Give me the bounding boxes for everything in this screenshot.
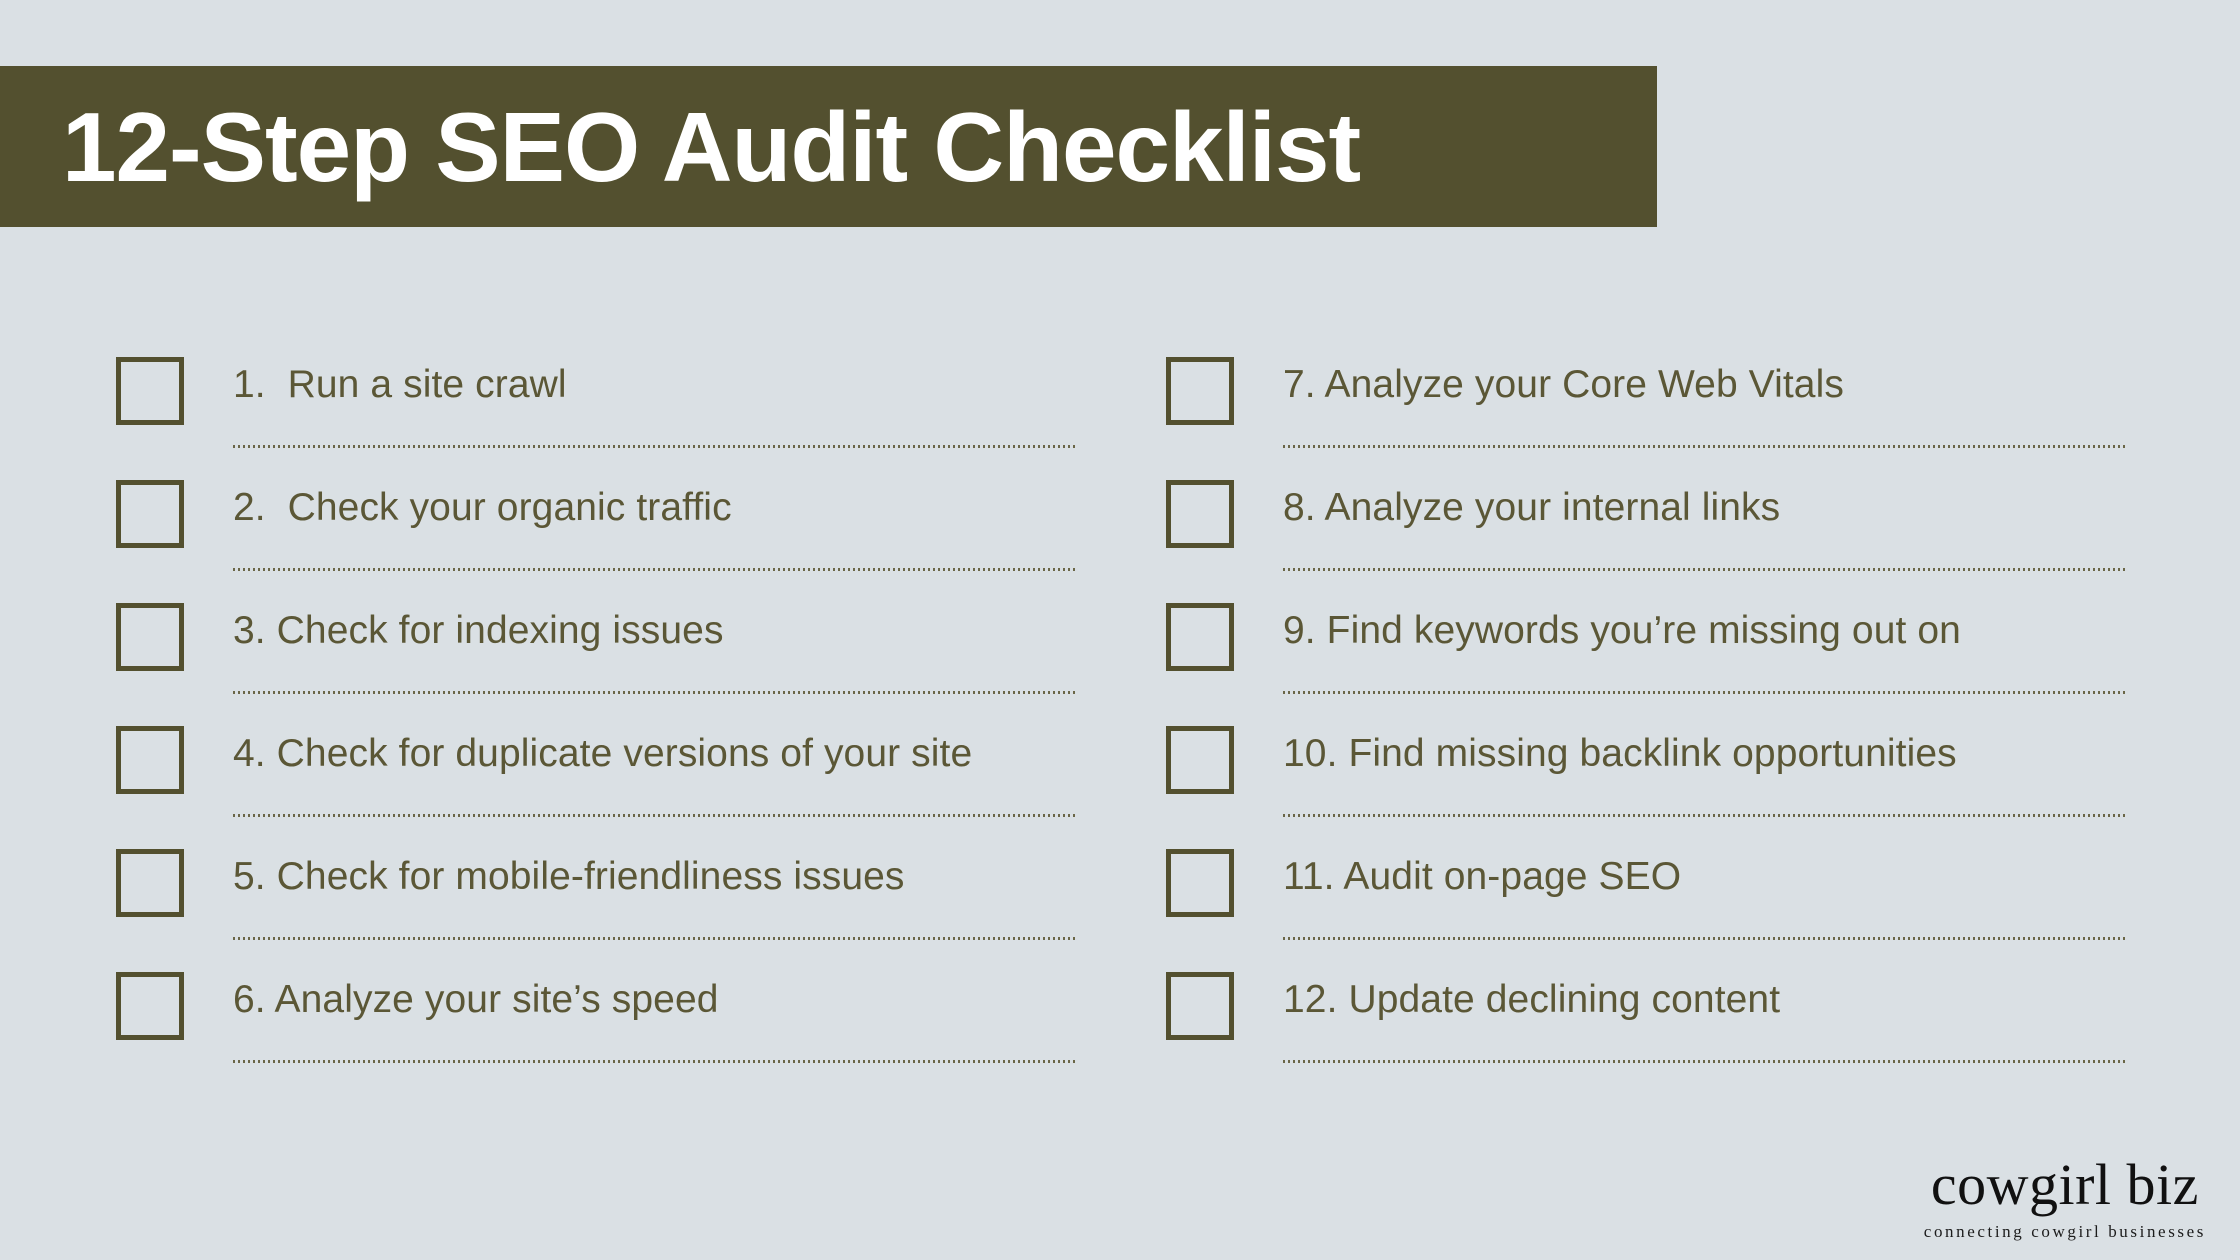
checklist-row-body: 4. Check for duplicate versions of your … [233,721,1075,844]
dotted-rule [233,814,1075,817]
checkbox-12[interactable] [1166,972,1234,1040]
dotted-rule [1283,568,2125,571]
brand-logo: cowgirl biz connecting cowgirl businesse… [1923,1152,2206,1241]
checkbox-1[interactable] [116,357,184,425]
page-title: 12-Step SEO Audit Checklist [62,91,1361,202]
checklist-row-body: 3. Check for indexing issues [233,598,1075,721]
dotted-rule [1283,691,2125,694]
checklist-row-body: 8. Analyze your internal links [1283,475,2125,598]
logo-wordmark: cowgirl biz [1930,1152,2199,1218]
dotted-rule [1283,937,2125,940]
checklist-row[interactable]: 9. Find keywords you’re missing out on [1166,598,2125,721]
checklist-row-body: 5. Check for mobile-friendliness issues [233,844,1075,967]
checkbox-11[interactable] [1166,849,1234,917]
dotted-rule [1283,445,2125,448]
dotted-rule [233,1060,1075,1063]
checklist-row-body: 6. Analyze your site’s speed [233,967,1075,1090]
checkbox-8[interactable] [1166,480,1234,548]
checklist-row[interactable]: 1. Run a site crawl [116,352,1075,475]
checkbox-4[interactable] [116,726,184,794]
checklist-row[interactable]: 6. Analyze your site’s speed [116,967,1075,1090]
dotted-rule [1283,1060,2125,1063]
checkbox-6[interactable] [116,972,184,1040]
header-band: 12-Step SEO Audit Checklist [0,66,1657,227]
dotted-rule [233,445,1075,448]
checklist-item-label: 12. Update declining content [1283,978,1781,1021]
checklist-row-body: 2. Check your organic traffic [233,475,1075,598]
checklist-row-body: 1. Run a site crawl [233,352,1075,475]
checkbox-3[interactable] [116,603,184,671]
checklist-item-label: 7. Analyze your Core Web Vitals [1283,363,1844,406]
checklist-item-label: 2. Check your organic traffic [233,486,732,529]
checklist-row[interactable]: 8. Analyze your internal links [1166,475,2125,598]
checklist-infographic: 12-Step SEO Audit Checklist 1. Run a sit… [0,0,2240,1260]
checklist-row[interactable]: 10. Find missing backlink opportunities [1166,721,2125,844]
checklist-item-label: 5. Check for mobile-friendliness issues [233,855,905,898]
logo-tagline: connecting cowgirl businesses [1923,1222,2206,1241]
checklist-item-label: 8. Analyze your internal links [1283,486,1781,529]
checklist-item-label: 11. Audit on-page SEO [1283,855,1682,898]
checkbox-9[interactable] [1166,603,1234,671]
checklist-row-body: 10. Find missing backlink opportunities [1283,721,2125,844]
checkbox-5[interactable] [116,849,184,917]
checklist-grid: 1. Run a site crawl 2. Check your organi… [0,352,2240,1090]
right-column: 7. Analyze your Core Web Vitals 8. Analy… [1166,352,2125,1090]
checklist-row-body: 9. Find keywords you’re missing out on [1283,598,2125,721]
checklist-row[interactable]: 12. Update declining content [1166,967,2125,1090]
checklist-row[interactable]: 11. Audit on-page SEO [1166,844,2125,967]
left-column: 1. Run a site crawl 2. Check your organi… [116,352,1075,1090]
checklist-item-label: 3. Check for indexing issues [233,609,724,652]
dotted-rule [233,568,1075,571]
checkbox-7[interactable] [1166,357,1234,425]
dotted-rule [233,691,1075,694]
checklist-row-body: 11. Audit on-page SEO [1283,844,2125,967]
checklist-row[interactable]: 4. Check for duplicate versions of your … [116,721,1075,844]
dotted-rule [233,937,1075,940]
checklist-row[interactable]: 3. Check for indexing issues [116,598,1075,721]
checklist-row[interactable]: 5. Check for mobile-friendliness issues [116,844,1075,967]
checklist-item-label: 10. Find missing backlink opportunities [1283,732,1957,775]
checkbox-2[interactable] [116,480,184,548]
checklist-item-label: 9. Find keywords you’re missing out on [1283,609,1961,652]
checklist-row[interactable]: 7. Analyze your Core Web Vitals [1166,352,2125,475]
checklist-row[interactable]: 2. Check your organic traffic [116,475,1075,598]
checklist-row-body: 7. Analyze your Core Web Vitals [1283,352,2125,475]
checklist-item-label: 1. Run a site crawl [233,363,567,406]
checklist-item-label: 6. Analyze your site’s speed [233,978,719,1021]
dotted-rule [1283,814,2125,817]
checklist-item-label: 4. Check for duplicate versions of your … [233,732,973,775]
checkbox-10[interactable] [1166,726,1234,794]
checklist-row-body: 12. Update declining content [1283,967,2125,1090]
